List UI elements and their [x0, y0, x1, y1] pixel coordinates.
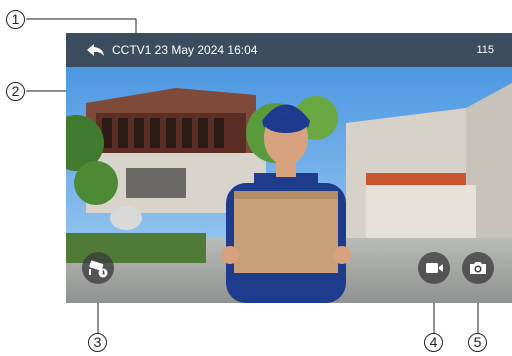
cctv-camera-icon	[89, 260, 108, 278]
camera-title: CCTV1 23 May 2024 16:04	[112, 43, 258, 57]
top-status-bar: CCTV1 23 May 2024 16:04 115	[66, 33, 512, 67]
record-count: 115	[476, 44, 494, 56]
cctv-button[interactable]	[82, 252, 114, 284]
video-camera-icon	[426, 263, 443, 273]
photo-camera-icon	[470, 262, 486, 274]
record-video-button[interactable]	[418, 252, 450, 284]
back-arrow-icon[interactable]	[86, 42, 106, 58]
monitor-screen: CCTV1 23 May 2024 16:04 115	[66, 33, 512, 303]
snapshot-button[interactable]	[462, 252, 494, 284]
